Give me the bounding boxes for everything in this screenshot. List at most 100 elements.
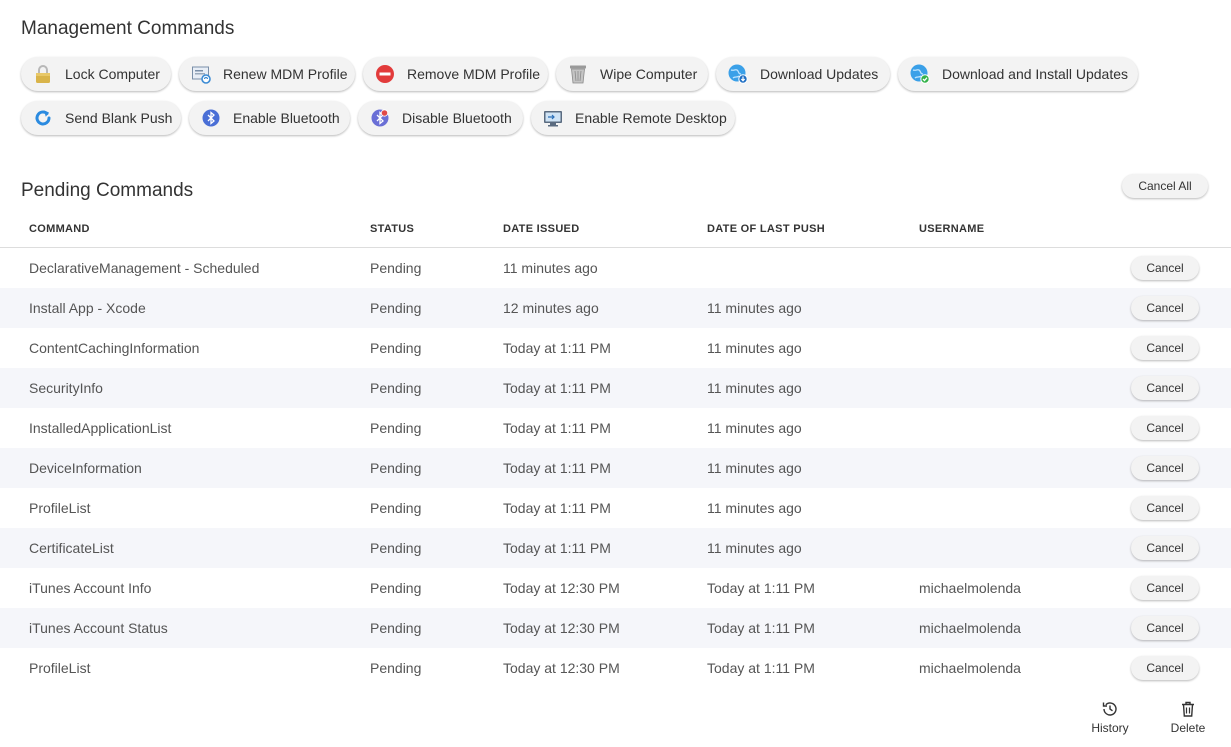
management-commands-title: Management Commands	[21, 18, 235, 39]
last-push-cell: 11 minutes ago	[707, 420, 802, 436]
last-push-cell: 11 minutes ago	[707, 340, 802, 356]
command-cell: CertificateList	[29, 540, 114, 556]
status-cell: Pending	[370, 620, 422, 636]
date-issued-cell: 11 minutes ago	[503, 260, 598, 276]
date-issued-cell: 12 minutes ago	[503, 300, 599, 316]
globe-download-icon	[728, 64, 748, 84]
command-cell: ProfileList	[29, 500, 91, 516]
delete-button[interactable]: Delete	[1158, 700, 1218, 735]
remove-mdm-profile-button[interactable]: Remove MDM Profile	[363, 57, 548, 91]
history-button[interactable]: History	[1080, 700, 1140, 735]
date-issued-cell: Today at 12:30 PM	[503, 580, 620, 596]
status-cell: Pending	[370, 500, 422, 516]
button-label: Lock Computer	[65, 66, 160, 82]
button-label: Disable Bluetooth	[402, 110, 512, 126]
last-push-cell: Today at 1:11 PM	[707, 580, 815, 596]
refresh-icon	[33, 108, 53, 128]
cancel-button[interactable]: Cancel	[1131, 616, 1199, 640]
table-row: ProfileList Pending Today at 1:11 PM 11 …	[0, 488, 1231, 528]
status-cell: Pending	[370, 260, 422, 276]
button-label: Enable Bluetooth	[233, 110, 340, 126]
lock-computer-button[interactable]: Lock Computer	[21, 57, 171, 91]
column-header-date-of-last-push[interactable]: DATE OF LAST PUSH	[707, 223, 825, 235]
download-updates-button[interactable]: Download Updates	[716, 57, 890, 91]
status-cell: Pending	[370, 380, 422, 396]
cancel-button[interactable]: Cancel	[1131, 376, 1199, 400]
table-row: iTunes Account Info Pending Today at 12:…	[0, 568, 1231, 608]
cancel-button[interactable]: Cancel	[1131, 536, 1199, 560]
button-label: Remove MDM Profile	[407, 66, 541, 82]
command-cell: DeviceInformation	[29, 460, 142, 476]
remove-icon	[375, 64, 395, 84]
last-push-cell: 11 minutes ago	[707, 380, 802, 396]
status-cell: Pending	[370, 420, 422, 436]
last-push-cell: Today at 1:11 PM	[707, 620, 815, 636]
cancel-button[interactable]: Cancel	[1131, 496, 1199, 520]
command-cell: Install App - Xcode	[29, 300, 146, 316]
cancel-button[interactable]: Cancel	[1131, 296, 1199, 320]
date-issued-cell: Today at 12:30 PM	[503, 660, 620, 676]
trash-icon	[1182, 701, 1194, 717]
cancel-button[interactable]: Cancel	[1131, 456, 1199, 480]
send-blank-push-button[interactable]: Send Blank Push	[21, 101, 181, 135]
status-cell: Pending	[370, 300, 422, 316]
enable-bluetooth-button[interactable]: Enable Bluetooth	[189, 101, 350, 135]
username-cell: michaelmolenda	[919, 620, 1021, 636]
date-issued-cell: Today at 1:11 PM	[503, 420, 611, 436]
button-label: Send Blank Push	[65, 110, 173, 126]
lock-icon	[33, 64, 53, 84]
table-row: SecurityInfo Pending Today at 1:11 PM 11…	[0, 368, 1231, 408]
cancel-button[interactable]: Cancel	[1131, 576, 1199, 600]
download-and-install-updates-button[interactable]: Download and Install Updates	[898, 57, 1138, 91]
remote-desktop-icon	[543, 108, 563, 128]
globe-install-icon	[910, 64, 930, 84]
table-row: iTunes Account Status Pending Today at 1…	[0, 608, 1231, 648]
table-row: DeviceInformation Pending Today at 1:11 …	[0, 448, 1231, 488]
date-issued-cell: Today at 1:11 PM	[503, 380, 611, 396]
last-push-cell: 11 minutes ago	[707, 540, 802, 556]
username-cell: michaelmolenda	[919, 580, 1021, 596]
renew-mdm-profile-button[interactable]: Renew MDM Profile	[179, 57, 355, 91]
last-push-cell: 11 minutes ago	[707, 300, 802, 316]
delete-label: Delete	[1170, 721, 1206, 735]
table-header: COMMAND STATUS DATE ISSUED DATE OF LAST …	[0, 220, 1231, 248]
enable-remote-desktop-button[interactable]: Enable Remote Desktop	[531, 101, 735, 135]
cancel-button[interactable]: Cancel	[1131, 416, 1199, 440]
date-issued-cell: Today at 1:11 PM	[503, 340, 611, 356]
username-cell: michaelmolenda	[919, 660, 1021, 676]
cancel-button[interactable]: Cancel	[1131, 656, 1199, 680]
button-label: Download Updates	[760, 66, 879, 82]
bluetooth-disable-icon	[370, 108, 390, 128]
date-issued-cell: Today at 1:11 PM	[503, 500, 611, 516]
column-header-username[interactable]: USERNAME	[919, 223, 984, 235]
command-cell: InstalledApplicationList	[29, 420, 172, 436]
disable-bluetooth-button[interactable]: Disable Bluetooth	[358, 101, 523, 135]
column-header-date-issued[interactable]: DATE ISSUED	[503, 223, 579, 235]
command-cell: ContentCachingInformation	[29, 340, 200, 356]
wipe-computer-button[interactable]: Wipe Computer	[556, 57, 708, 91]
button-label: Enable Remote Desktop	[575, 110, 727, 126]
command-cell: ProfileList	[29, 660, 91, 676]
date-issued-cell: Today at 12:30 PM	[503, 620, 620, 636]
status-cell: Pending	[370, 460, 422, 476]
status-cell: Pending	[370, 540, 422, 556]
cancel-button[interactable]: Cancel	[1131, 256, 1199, 280]
command-cell: SecurityInfo	[29, 380, 103, 396]
table-row: CertificateList Pending Today at 1:11 PM…	[0, 528, 1231, 568]
column-header-status[interactable]: STATUS	[370, 223, 414, 235]
button-label: Wipe Computer	[600, 66, 698, 82]
table-row: InstalledApplicationList Pending Today a…	[0, 408, 1231, 448]
cancel-button[interactable]: Cancel	[1131, 336, 1199, 360]
button-label: Download and Install Updates	[942, 66, 1129, 82]
table-row: Install App - Xcode Pending 12 minutes a…	[0, 288, 1231, 328]
bluetooth-icon	[201, 108, 221, 128]
button-label: Renew MDM Profile	[223, 66, 348, 82]
pending-commands-title: Pending Commands	[21, 180, 194, 201]
last-push-cell: 11 minutes ago	[707, 460, 802, 476]
status-cell: Pending	[370, 660, 422, 676]
status-cell: Pending	[370, 580, 422, 596]
status-cell: Pending	[370, 340, 422, 356]
column-header-command[interactable]: COMMAND	[29, 223, 90, 235]
cancel-all-button[interactable]: Cancel All	[1122, 174, 1208, 198]
last-push-cell: 11 minutes ago	[707, 500, 802, 516]
